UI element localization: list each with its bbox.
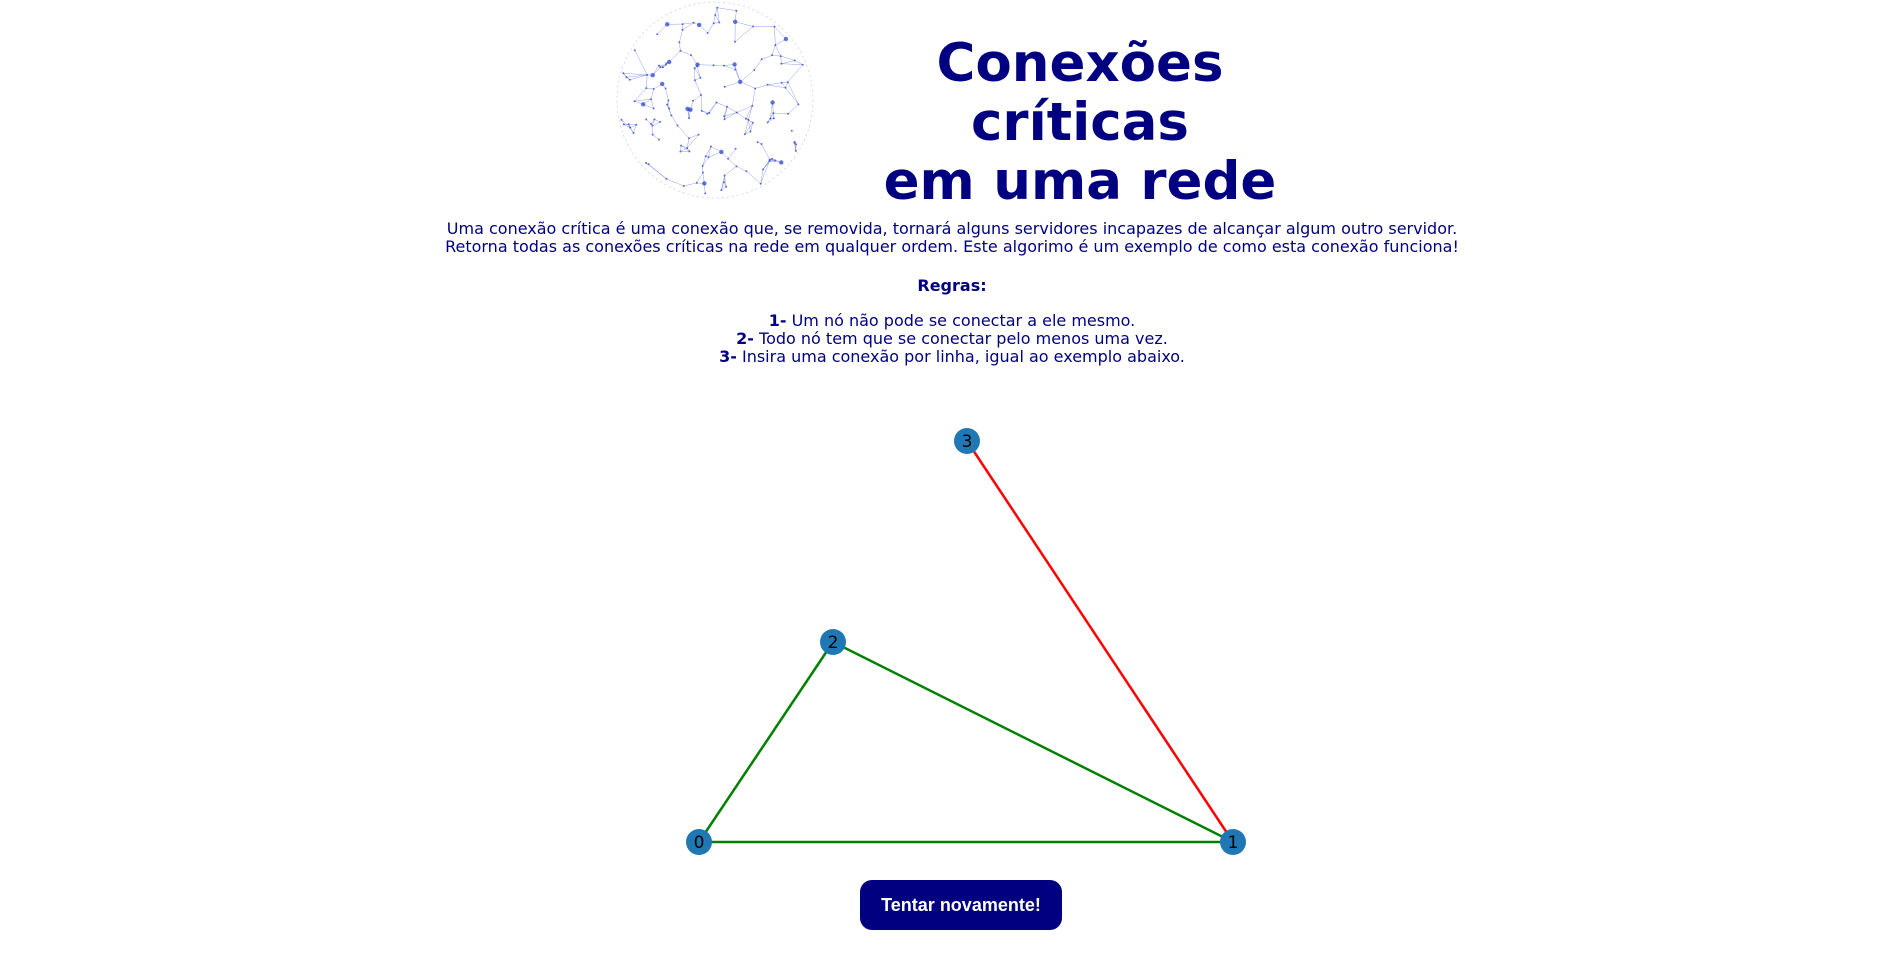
description: Uma conexão crítica é uma conexão que, s…	[0, 220, 1904, 256]
page-header: Conexões críticas em uma rede	[0, 0, 1904, 211]
graph-node-0: 0	[686, 829, 712, 855]
graph-node-3: 3	[954, 428, 980, 454]
node-label: 3	[962, 432, 973, 452]
node-label: 1	[1228, 833, 1239, 853]
node-label: 0	[694, 833, 705, 853]
rule-item-3: 3- Insira uma conexão por linha, igual a…	[0, 348, 1904, 366]
network-globe-icon	[616, 1, 814, 199]
rule-text: Um nó não pode se conectar a ele mesmo.	[786, 311, 1136, 330]
node-circle	[1220, 829, 1246, 855]
description-line-2: Retorna todas as conexões críticas na re…	[445, 237, 1459, 256]
page-title-line-1: Conexões críticas	[936, 33, 1224, 153]
rule-number: 2-	[736, 329, 754, 348]
retry-button[interactable]: Tentar novamente!	[860, 880, 1062, 930]
node-circle	[954, 428, 980, 454]
graph-node-1: 1	[1220, 829, 1246, 855]
node-label: 2	[828, 633, 839, 653]
graph-node-2: 2	[820, 629, 846, 655]
edge-0-2	[697, 641, 835, 843]
page-title-line-2: em uma rede	[883, 151, 1277, 212]
edge-2-1	[832, 640, 1234, 844]
rule-text: Todo nó tem que se conectar pelo menos u…	[753, 329, 1168, 348]
critical-edge-3-1	[965, 440, 1235, 843]
page-title: Conexões críticas em uma rede	[820, 34, 1340, 211]
rules-title: Regras:	[917, 276, 987, 295]
node-circle	[820, 629, 846, 655]
rule-item-1: 1- Um nó não pode se conectar a ele mesm…	[0, 312, 1904, 330]
rule-text: Insira uma conexão por linha, igual ao e…	[736, 347, 1185, 366]
rule-item-2: 2- Todo nó tem que se conectar pelo meno…	[0, 330, 1904, 348]
rules-list: 1- Um nó não pode se conectar a ele mesm…	[0, 312, 1904, 366]
node-circle	[686, 829, 712, 855]
rule-number: 1-	[768, 311, 787, 330]
rule-number: 3-	[719, 347, 737, 366]
description-line-1: Uma conexão crítica é uma conexão que, s…	[446, 219, 1458, 238]
